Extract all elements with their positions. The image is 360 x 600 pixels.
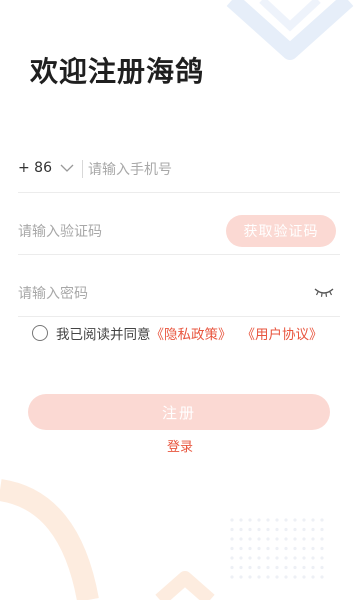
- country-code-selector[interactable]: + 86: [18, 160, 74, 176]
- login-link[interactable]: 登录: [0, 436, 360, 455]
- password-row: [18, 272, 340, 317]
- get-code-button[interactable]: 获取验证码: [226, 215, 336, 247]
- user-agreement-link[interactable]: 《用户协议》: [242, 323, 323, 343]
- register-button[interactable]: 注册: [28, 394, 330, 430]
- privacy-policy-link[interactable]: 《隐私政策》: [151, 323, 232, 343]
- agreement-text: 我已阅读并同意: [56, 327, 151, 343]
- bottom-decoration: [155, 571, 215, 600]
- phone-input[interactable]: [88, 158, 328, 182]
- verification-code-input[interactable]: [18, 220, 218, 244]
- agreement-row: 我已阅读并同意 《隐私政策》 《用户协议》: [32, 323, 323, 343]
- country-code-label: + 86: [18, 160, 52, 176]
- page-title: 欢迎注册海鸽: [30, 55, 205, 88]
- radio-circle-icon[interactable]: [32, 325, 48, 341]
- password-input[interactable]: [18, 282, 278, 306]
- code-row: 获取验证码: [18, 210, 340, 255]
- country-code-divider: [82, 160, 83, 178]
- dot-grid-decoration: [230, 518, 324, 579]
- phone-row: + 86: [18, 148, 340, 193]
- chevron-down-icon: [60, 164, 74, 172]
- eye-closed-icon[interactable]: [314, 286, 334, 298]
- bottom-left-decoration: [0, 479, 99, 600]
